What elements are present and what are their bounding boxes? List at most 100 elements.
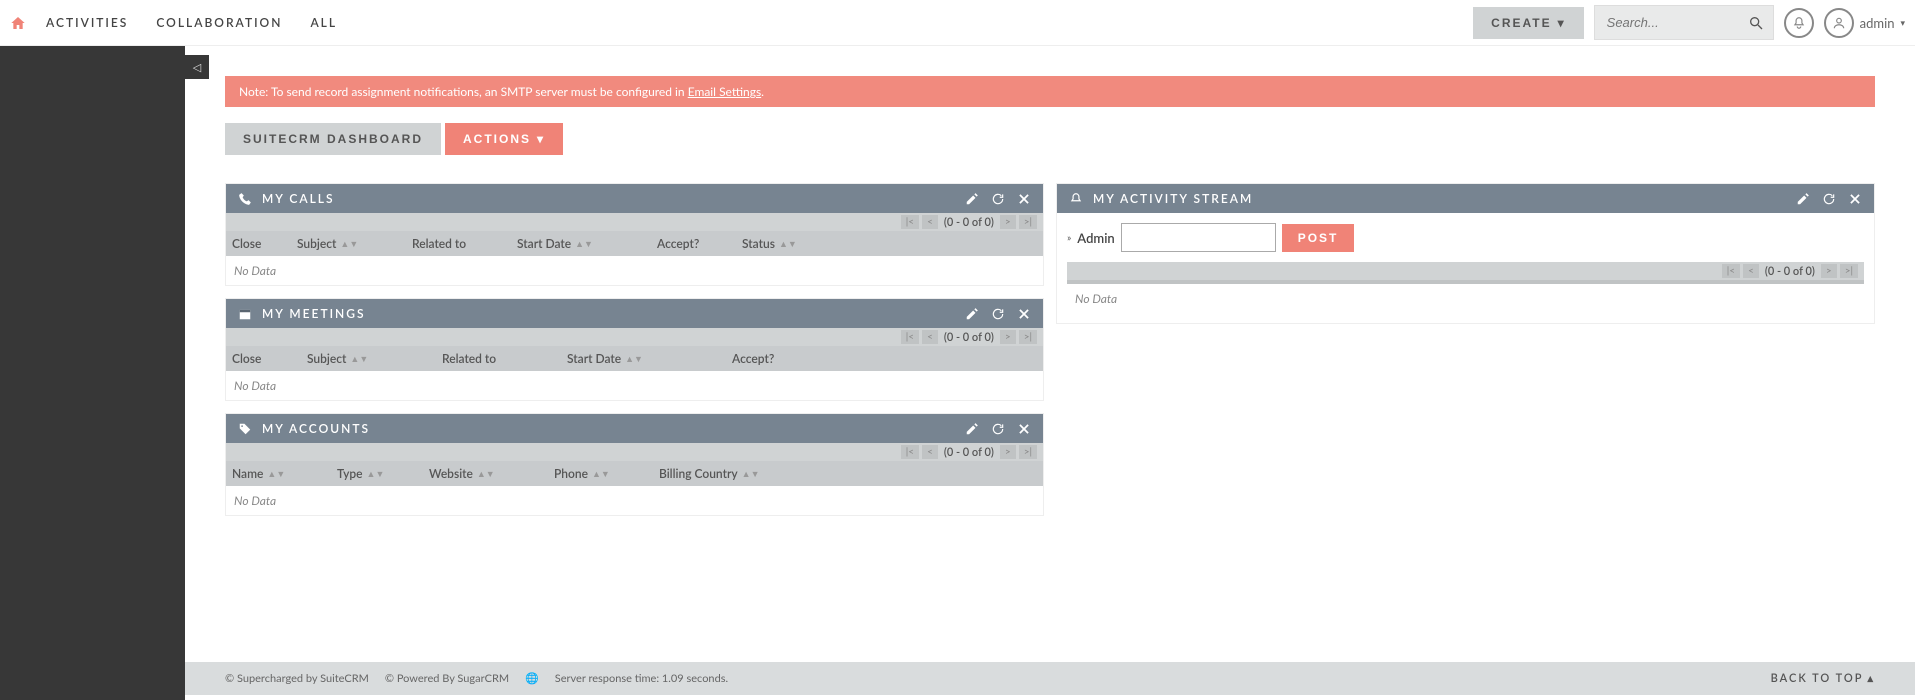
pager-prev[interactable]: < [922, 445, 938, 459]
home-icon[interactable] [10, 15, 26, 31]
activity-input[interactable] [1121, 223, 1276, 252]
col-related[interactable]: Related to [412, 236, 517, 251]
calendar-icon [238, 307, 252, 321]
post-button[interactable]: Post [1282, 224, 1355, 252]
pager-next[interactable]: > [1000, 215, 1016, 229]
pager: |< < (0 - 0 of 0) > >| [1067, 262, 1864, 280]
sort-icon: ▲▼ [267, 471, 285, 476]
col-website[interactable]: Website▲▼ [429, 466, 554, 481]
dashlet-my-accounts: My Accounts |< < (0 - 0 of 0) > >| Name▲… [225, 413, 1044, 516]
pager-prev[interactable]: < [922, 330, 938, 344]
col-start-date[interactable]: Start Date▲▼ [517, 236, 657, 251]
refresh-icon[interactable] [991, 192, 1005, 206]
sort-icon: ▲▼ [592, 471, 610, 476]
email-settings-link[interactable]: Email Settings [688, 84, 761, 99]
pager-last[interactable]: >| [1019, 445, 1037, 459]
sort-icon: ▲▼ [625, 356, 643, 361]
alert-suffix: . [761, 84, 764, 99]
edit-icon[interactable] [965, 192, 979, 206]
col-type[interactable]: Type▲▼ [337, 466, 429, 481]
tab-dashboard[interactable]: SuiteCRM Dashboard [225, 123, 441, 155]
calls-columns: Close Subject▲▼ Related to Start Date▲▼ … [226, 231, 1043, 256]
col-close[interactable]: Close [232, 236, 297, 251]
nav-all[interactable]: All [310, 15, 337, 30]
dashlet-my-meetings: My Meetings |< < (0 - 0 of 0) > >| Close [225, 298, 1044, 401]
sort-icon: ▲▼ [779, 241, 797, 246]
close-icon[interactable] [1017, 307, 1031, 321]
col-start-date[interactable]: Start Date▲▼ [567, 351, 732, 366]
pager-first[interactable]: |< [901, 330, 919, 344]
footer-server-time: Server response time: 1.09 seconds. [555, 672, 728, 685]
sidebar [0, 46, 185, 700]
user-menu[interactable]: admin ▾ [1824, 8, 1905, 38]
tab-actions[interactable]: Actions ▾ [445, 123, 563, 155]
refresh-icon[interactable] [1822, 192, 1836, 206]
no-data: No Data [226, 371, 1043, 400]
meetings-columns: Close Subject▲▼ Related to Start Date▲▼ … [226, 346, 1043, 371]
activity-user-label: Admin [1077, 230, 1114, 246]
nav-activities[interactable]: Activities [46, 15, 128, 30]
pager-last[interactable]: >| [1019, 215, 1037, 229]
caret-down-icon: ▾ [1558, 16, 1566, 30]
expand-icon[interactable]: » [1067, 232, 1071, 244]
caret-up-icon: ▴ [1867, 672, 1875, 685]
nav-collaboration[interactable]: Collaboration [156, 15, 282, 30]
pager-first[interactable]: |< [1722, 264, 1740, 278]
refresh-icon[interactable] [991, 307, 1005, 321]
col-accept[interactable]: Accept? [657, 236, 742, 251]
caret-down-icon: ▾ [537, 132, 545, 146]
col-related[interactable]: Related to [442, 351, 567, 366]
close-icon[interactable] [1848, 192, 1862, 206]
no-data: No Data [226, 256, 1043, 285]
footer-powered: © Powered By SugarCRM [385, 672, 509, 685]
sort-icon: ▲▼ [575, 241, 593, 246]
dashlet-title: My Calls [262, 191, 335, 206]
close-icon[interactable] [1017, 192, 1031, 206]
notifications-icon[interactable] [1784, 8, 1814, 38]
col-close[interactable]: Close [232, 351, 307, 366]
col-subject[interactable]: Subject▲▼ [297, 236, 412, 251]
dashboard-tabs: SuiteCRM Dashboard Actions ▾ [225, 123, 1875, 155]
user-avatar-icon [1824, 8, 1854, 38]
col-phone[interactable]: Phone▲▼ [554, 466, 659, 481]
create-label: Create [1491, 16, 1551, 30]
pager-text: (0 - 0 of 0) [944, 331, 994, 344]
edit-icon[interactable] [1796, 192, 1810, 206]
sort-icon: ▲▼ [742, 471, 760, 476]
tag-icon [238, 422, 252, 436]
search-icon[interactable] [1748, 15, 1764, 31]
col-subject[interactable]: Subject▲▼ [307, 351, 442, 366]
top-bar: Activities Collaboration All Create ▾ ad… [0, 0, 1915, 46]
pager-last[interactable]: >| [1840, 264, 1858, 278]
pager: |< < (0 - 0 of 0) > >| [226, 328, 1043, 346]
col-name[interactable]: Name▲▼ [232, 466, 337, 481]
pager-last[interactable]: >| [1019, 330, 1037, 344]
sidebar-toggle[interactable]: ◁ [185, 55, 209, 79]
sort-icon: ▲▼ [350, 356, 368, 361]
close-icon[interactable] [1017, 422, 1031, 436]
create-button[interactable]: Create ▾ [1473, 7, 1583, 39]
alert-prefix: Note: To send record assignment notifica… [239, 84, 688, 99]
no-data: No Data [1067, 284, 1864, 313]
footer: © Supercharged by SuiteCRM © Powered By … [185, 662, 1915, 695]
pager-next[interactable]: > [1000, 330, 1016, 344]
dashlet-my-calls: My Calls |< < (0 - 0 of 0) > >| Close [225, 183, 1044, 286]
search-wrap [1594, 5, 1774, 40]
back-to-top[interactable]: Back to top ▴ [1771, 672, 1875, 685]
phone-icon [238, 192, 252, 206]
pager-first[interactable]: |< [901, 445, 919, 459]
pager-prev[interactable]: < [1743, 264, 1759, 278]
search-input[interactable] [1594, 5, 1774, 40]
edit-icon[interactable] [965, 422, 979, 436]
pager-prev[interactable]: < [922, 215, 938, 229]
refresh-icon[interactable] [991, 422, 1005, 436]
col-status[interactable]: Status▲▼ [742, 236, 822, 251]
pager-next[interactable]: > [1821, 264, 1837, 278]
pager-first[interactable]: |< [901, 215, 919, 229]
col-accept[interactable]: Accept? [732, 351, 832, 366]
col-billing-country[interactable]: Billing Country▲▼ [659, 466, 779, 481]
accounts-columns: Name▲▼ Type▲▼ Website▲▼ Phone▲▼ Billing … [226, 461, 1043, 486]
dashlet-title: My Activity Stream [1093, 191, 1253, 206]
edit-icon[interactable] [965, 307, 979, 321]
pager-next[interactable]: > [1000, 445, 1016, 459]
